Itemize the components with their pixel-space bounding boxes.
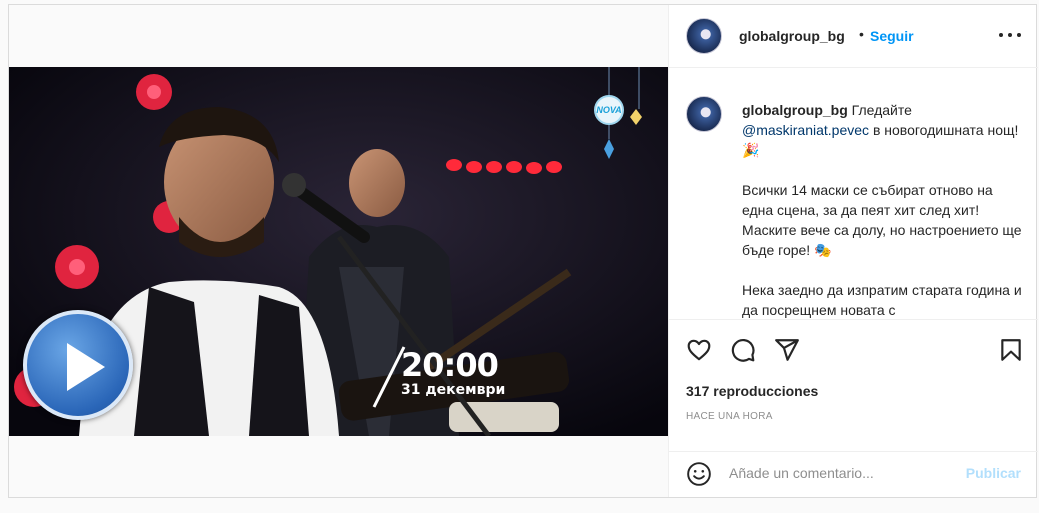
comment-input[interactable] <box>729 463 949 483</box>
post-actions: 317 reproducciones HACE UNA HORA Publica… <box>669 319 1038 494</box>
media-area: NOVA 20:00 31 декември <box>9 5 668 497</box>
publish-button[interactable]: Publicar <box>966 465 1021 481</box>
post-side-panel: globalgroup_bg • Seguir globalgroup_bg Г… <box>668 5 1038 497</box>
video-player[interactable]: NOVA 20:00 31 декември <box>9 67 668 436</box>
broadcast-time: 20:00 <box>401 346 499 384</box>
comment-icon[interactable] <box>730 337 756 363</box>
channel-logo: NOVA <box>594 95 624 125</box>
avatar[interactable] <box>686 18 722 54</box>
heart-icon[interactable] <box>686 337 712 363</box>
caption-username[interactable]: globalgroup_bg <box>742 102 848 118</box>
post-header: globalgroup_bg • Seguir <box>669 5 1038 68</box>
add-comment-bar: Publicar <box>669 451 1038 494</box>
bookmark-icon[interactable] <box>998 337 1024 363</box>
share-icon[interactable] <box>774 337 800 363</box>
more-options-icon[interactable] <box>998 23 1022 47</box>
instagram-post-embed: NOVA 20:00 31 декември globalgroup_bg • … <box>8 4 1038 498</box>
separator-dot: • <box>859 26 864 42</box>
post-timestamp[interactable]: HACE UNA HORA <box>686 411 773 422</box>
broadcast-time-overlay: 20:00 31 декември <box>401 348 505 398</box>
views-count[interactable]: 317 reproducciones <box>686 383 818 399</box>
emoji-icon[interactable] <box>686 461 712 487</box>
caption-text: globalgroup_bg Гледайте @maskiraniat.pev… <box>742 100 1027 319</box>
caption-lead: Гледайте <box>851 102 912 118</box>
caption-mention-link[interactable]: @maskiraniat.pevec <box>742 122 869 138</box>
play-button[interactable] <box>23 310 133 420</box>
header-username[interactable]: globalgroup_bg <box>739 28 845 44</box>
caption-paragraph-3: Нека заедно да изпратим старата година и… <box>742 282 1022 318</box>
broadcast-date: 31 декември <box>401 382 506 398</box>
play-icon <box>67 343 105 391</box>
follow-button[interactable]: Seguir <box>870 28 914 44</box>
caption-section: globalgroup_bg Гледайте @maskiraniat.pev… <box>669 69 1038 319</box>
caption-avatar[interactable] <box>686 96 722 132</box>
caption-paragraph-2: Всички 14 маски се събират отново на едн… <box>742 182 1022 258</box>
